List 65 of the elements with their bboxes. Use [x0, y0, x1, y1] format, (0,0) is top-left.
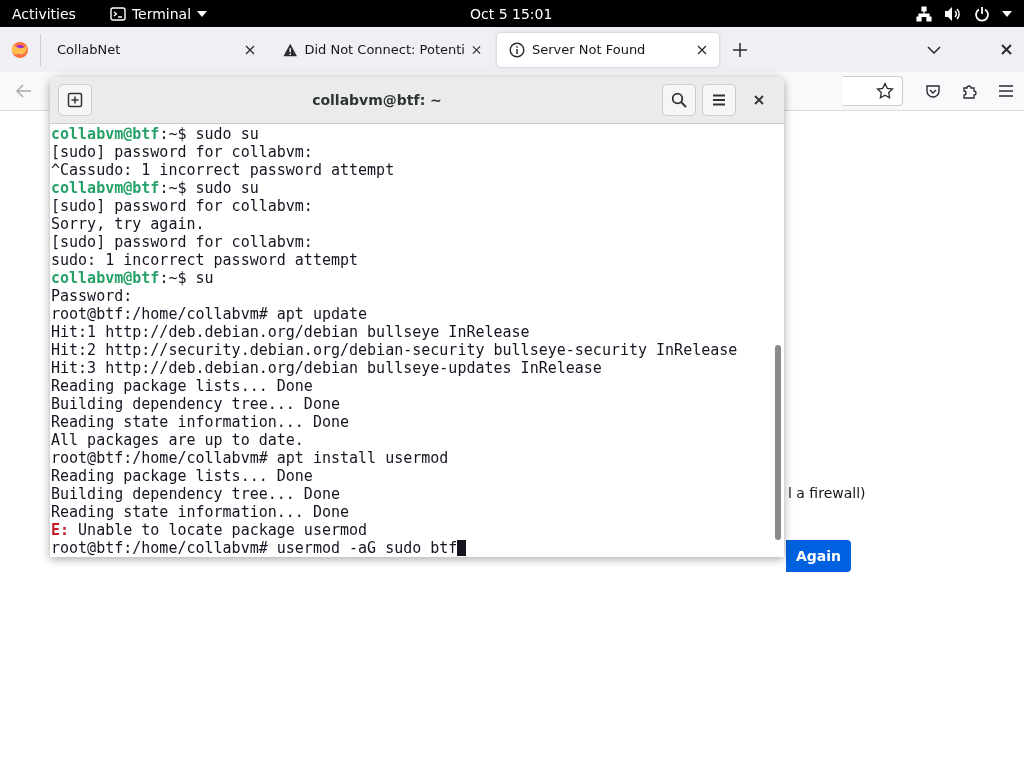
close-icon: [754, 95, 764, 105]
terminal-line: Reading state information... Done: [51, 413, 349, 431]
add-tab-icon: [67, 92, 83, 108]
chevron-down-icon[interactable]: [927, 45, 941, 54]
volume-icon[interactable]: [944, 5, 962, 22]
terminal-line: sudo: 1 incorrect password attempt: [51, 251, 359, 269]
browser-tab[interactable]: Server Not Found: [497, 32, 719, 67]
error-message: l a firewall): [788, 485, 866, 501]
prompt-user: collabvm@btf: [51, 125, 160, 143]
info-icon: [509, 41, 525, 58]
terminal-line: :~$ su: [159, 269, 214, 287]
menu-icon[interactable]: [998, 84, 1014, 98]
close-icon[interactable]: [697, 44, 707, 55]
terminal-line: root@btf:/home/collabvm# usermod -aG sudo btf: [51, 539, 458, 557]
terminal-line: :~$ sudo su: [159, 125, 259, 143]
browser-tab[interactable]: Did Not Connect: Potenti: [271, 32, 493, 67]
terminal-line: Hit:3 http://deb.debian.org/debian bullseye-updates InRelease: [51, 359, 602, 377]
terminal-line: root@btf:/home/collabvm# apt install usermod: [51, 449, 449, 467]
terminal-line: Building dependency tree... Done: [51, 395, 340, 413]
terminal-line: Sorry, try again.: [51, 215, 205, 233]
new-tab-icon[interactable]: [733, 42, 747, 57]
terminal-line: root@btf:/home/collabvm# apt update: [51, 305, 368, 323]
power-icon[interactable]: [974, 5, 990, 22]
address-bar-end[interactable]: [843, 76, 903, 106]
terminal-line: Reading package lists... Done: [51, 377, 313, 395]
terminal-line: [sudo] password for collabvm:: [51, 143, 313, 161]
prompt-user: collabvm@btf: [51, 179, 160, 197]
menu-icon: [712, 94, 726, 106]
terminal-line: Reading package lists... Done: [51, 467, 313, 485]
search-icon: [671, 92, 687, 108]
warning-icon: [283, 41, 298, 58]
window-title: collabvm@btf: ~: [311, 92, 443, 108]
terminal-line: Reading state information... Done: [51, 503, 349, 521]
terminal-line: [sudo] password for collabvm:: [51, 233, 313, 251]
extensions-icon[interactable]: [961, 82, 978, 100]
clock[interactable]: Oct 5 15:01: [470, 5, 553, 22]
try-again-button[interactable]: Again: [786, 540, 851, 572]
prompt-user: collabvm@btf: [51, 269, 160, 287]
terminal-line: :~$ sudo su: [159, 179, 259, 197]
terminal-line: All packages are up to date.: [51, 431, 304, 449]
new-tab-button[interactable]: [58, 84, 92, 116]
search-button[interactable]: [662, 84, 696, 116]
error-label: E:: [51, 521, 70, 539]
terminal-line: ^Cassudo: 1 incorrect password attempt: [51, 161, 395, 179]
terminal-line: Building dependency tree... Done: [51, 485, 340, 503]
terminal-line: Hit:1 http://deb.debian.org/debian bullseye InRelease: [51, 323, 530, 341]
caret-icon: [197, 10, 208, 17]
terminal-icon: [109, 5, 126, 22]
terminal-line: Password:: [51, 287, 133, 305]
star-icon[interactable]: [876, 82, 894, 100]
network-icon[interactable]: [916, 5, 932, 22]
pocket-icon[interactable]: [925, 83, 941, 99]
close-icon[interactable]: [245, 44, 255, 55]
app-menu[interactable]: Terminal: [109, 5, 208, 22]
close-icon[interactable]: [1001, 44, 1012, 55]
scrollbar-thumb[interactable]: [775, 345, 781, 540]
terminal-line: Hit:2 http://security.debian.org/debian-security bullseye-security InRelease: [51, 341, 738, 359]
close-icon[interactable]: [472, 44, 481, 55]
caret-icon[interactable]: [1002, 10, 1012, 17]
terminal-line: [sudo] password for collabvm:: [51, 197, 313, 215]
terminal-line: Unable to locate package usermod: [77, 521, 368, 539]
activities-button[interactable]: Activities: [12, 5, 76, 22]
browser-tab[interactable]: CollabNet: [45, 32, 267, 67]
menu-button[interactable]: [702, 84, 736, 116]
browser-logo-icon: [11, 40, 29, 59]
